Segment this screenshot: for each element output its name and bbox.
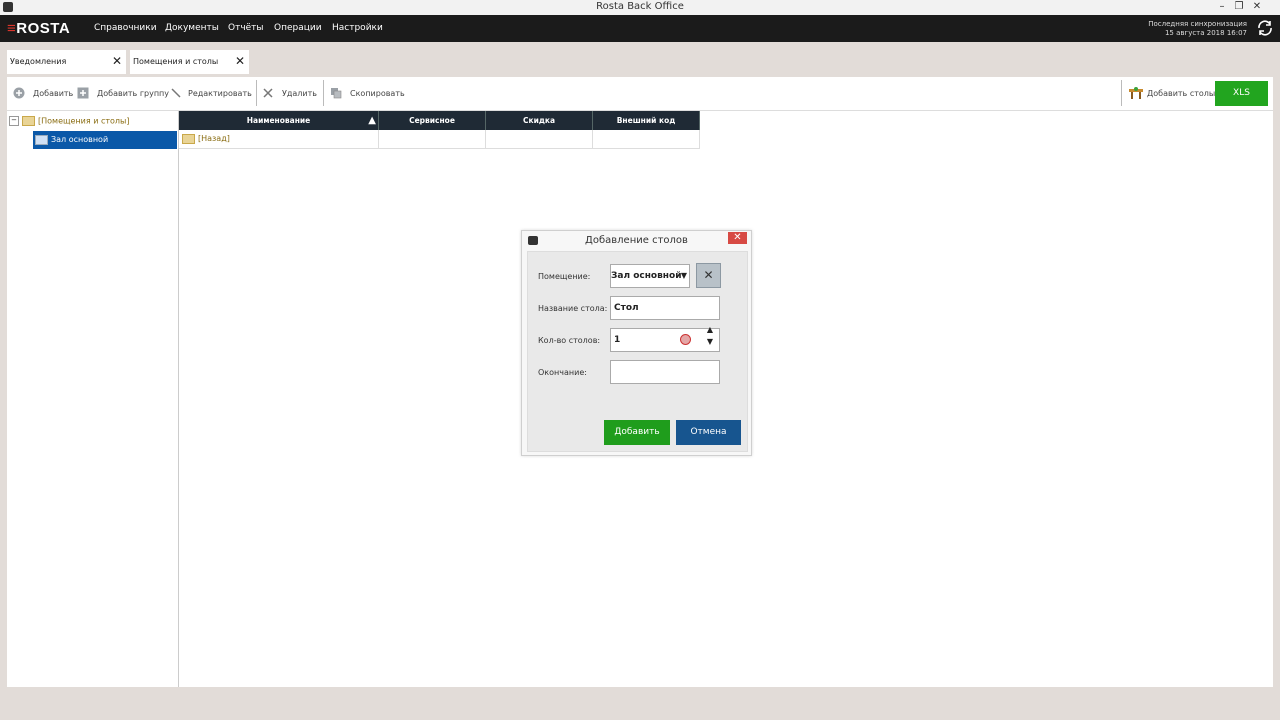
table-count-label: Кол-во столов: xyxy=(538,336,601,345)
delete-icon[interactable] xyxy=(262,87,274,99)
copy-icon[interactable] xyxy=(330,87,342,99)
table-row[interactable]: [Назад] xyxy=(179,130,379,149)
close-icon: ✕ xyxy=(703,268,714,282)
sync-time: 15 августа 2018 16:07 xyxy=(1164,29,1247,37)
tree-root[interactable]: − [Помещения и столы] xyxy=(9,116,129,126)
rosta-logo: ≡ROSTA xyxy=(7,20,71,37)
pencil-icon[interactable] xyxy=(170,87,182,99)
tab-close-icon[interactable]: ✕ xyxy=(235,54,245,68)
edit-button[interactable]: Редактировать xyxy=(188,89,252,98)
add-group-icon[interactable] xyxy=(77,87,89,99)
menu-item-directories[interactable]: Справочники xyxy=(94,23,157,33)
column-header-service[interactable]: Сервисное обслуживание xyxy=(379,111,486,144)
tree-root-label: [Помещения и столы] xyxy=(38,116,130,126)
tab-close-icon[interactable]: ✕ xyxy=(112,54,122,68)
table-cell xyxy=(486,130,593,149)
clear-room-button[interactable]: ✕ xyxy=(696,263,721,288)
table-cell xyxy=(593,130,700,149)
column-header-external-code[interactable]: Внешний код xyxy=(593,111,700,130)
menu-item-documents[interactable]: Документы xyxy=(165,23,219,33)
dialog-close-icon[interactable]: ✕ xyxy=(728,232,747,244)
close-icon[interactable]: ✕ xyxy=(1248,0,1266,15)
add-tables-button[interactable]: Добавить столы xyxy=(1147,89,1215,98)
folder-icon xyxy=(182,133,195,144)
ending-input[interactable] xyxy=(610,360,720,384)
ending-label: Окончание: xyxy=(538,368,587,377)
column-header-discount[interactable]: Скидка xyxy=(486,111,593,130)
toolbar: Добавить Добавить группу Редактировать У… xyxy=(7,77,1273,111)
folder-icon xyxy=(35,134,48,145)
collapse-icon[interactable]: − xyxy=(9,116,19,126)
tab-label: Уведомления xyxy=(10,57,67,66)
table-count-stepper[interactable]: 1 ▲ ▼ xyxy=(610,325,720,352)
menu-item-reports[interactable]: Отчёты xyxy=(228,23,264,33)
toolbar-separator xyxy=(323,80,324,106)
sync-status: Последняя синхронизация 15 августа 2018 … xyxy=(1148,20,1247,38)
xls-export-button[interactable]: XLS xyxy=(1215,81,1268,106)
rooms-tree: − [Помещения и столы] Зал основной xyxy=(7,111,179,687)
minimize-icon[interactable]: – xyxy=(1213,0,1231,15)
tree-item-main-hall[interactable]: Зал основной xyxy=(33,131,177,149)
add-group-button[interactable]: Добавить группу xyxy=(97,89,169,98)
chevron-down-icon: ▼ xyxy=(680,271,687,280)
folder-icon xyxy=(22,116,35,126)
table-name-label: Название стола: xyxy=(538,304,608,313)
restore-icon[interactable]: ❐ xyxy=(1230,0,1248,15)
back-row-label: [Назад] xyxy=(198,134,230,143)
add-button[interactable]: Добавить xyxy=(33,89,73,98)
dialog-title: Добавление столов xyxy=(585,235,688,246)
tree-item-label: Зал основной xyxy=(51,135,109,144)
room-select[interactable]: Зал основной ▼ xyxy=(610,264,690,288)
add-circle-icon[interactable] xyxy=(13,87,25,99)
sort-asc-icon: ▲ xyxy=(368,115,376,126)
menu-item-operations[interactable]: Операции xyxy=(274,23,322,33)
toolbar-separator xyxy=(256,80,257,106)
menu-item-settings[interactable]: Настройки xyxy=(332,23,383,33)
add-button[interactable]: Добавить xyxy=(604,420,670,445)
menu-bar: ≡ROSTA Справочники Документы Отчёты Опер… xyxy=(0,15,1280,42)
table-icon[interactable] xyxy=(1128,86,1144,100)
delete-button[interactable]: Удалить xyxy=(282,89,317,98)
tab-label: Помещения и столы xyxy=(133,57,219,66)
room-label: Помещение: xyxy=(538,272,591,281)
sync-label: Последняя синхронизация xyxy=(1148,20,1247,28)
toolbar-separator xyxy=(1121,80,1122,106)
column-header-name[interactable]: Наименование ▲ xyxy=(179,111,379,130)
cancel-button[interactable]: Отмена xyxy=(676,420,741,445)
table-cell xyxy=(379,130,486,149)
stepper-down-icon[interactable]: ▼ xyxy=(707,336,713,348)
copy-button[interactable]: Скопировать xyxy=(350,89,405,98)
table-name-input[interactable]: Стол xyxy=(610,296,720,320)
tab-notifications[interactable]: Уведомления ✕ xyxy=(7,50,126,74)
title-bar: Rosta Back Office – ❐ ✕ xyxy=(0,0,1280,15)
cursor-indicator-icon xyxy=(680,334,691,345)
dialog-body: Помещение: Зал основной ▼ ✕ Название сто… xyxy=(527,251,748,452)
add-tables-dialog: Добавление столов ✕ Помещение: Зал основ… xyxy=(521,230,752,456)
sync-icon[interactable] xyxy=(1256,19,1274,37)
tab-rooms-and-tables[interactable]: Помещения и столы ✕ xyxy=(130,50,249,74)
stepper-up-icon[interactable]: ▲ xyxy=(707,324,713,336)
window-title: Rosta Back Office xyxy=(596,1,684,12)
